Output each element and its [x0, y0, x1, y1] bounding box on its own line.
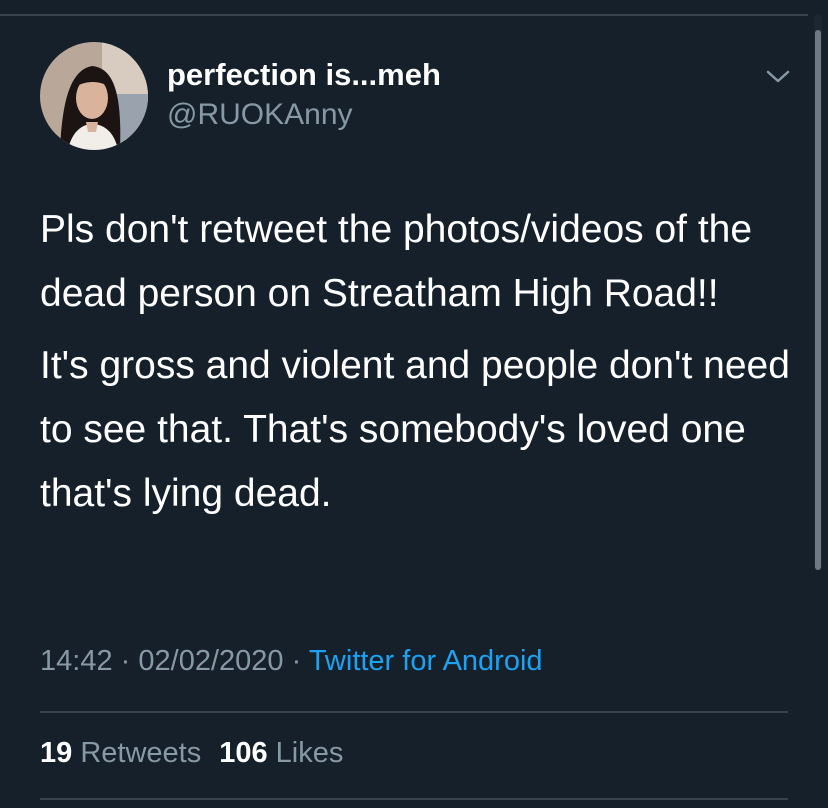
- tweet-source-link[interactable]: Twitter for Android: [309, 645, 543, 677]
- likes-stat[interactable]: 106 Likes: [219, 737, 343, 769]
- chevron-down-icon[interactable]: [764, 66, 792, 86]
- tweet-text: Pls don't retweet the photos/videos of t…: [40, 198, 792, 526]
- tweet-paragraph: Pls don't retweet the photos/videos of t…: [40, 208, 753, 315]
- divider: [40, 711, 788, 713]
- avatar[interactable]: [40, 42, 148, 150]
- tweet-time[interactable]: 14:42: [40, 645, 113, 677]
- avatar-photo: [40, 42, 148, 150]
- tweet-paragraph: It's gross and violent and people don't …: [40, 344, 790, 515]
- top-divider: [0, 14, 808, 16]
- tweet-date[interactable]: 02/02/2020: [138, 645, 283, 677]
- retweets-label: Retweets: [80, 737, 202, 769]
- separator: ·: [291, 645, 302, 677]
- tweet-metadata: 14:42 · 02/02/2020 · Twitter for Android: [40, 644, 543, 679]
- scrollbar-thumb[interactable]: [815, 30, 821, 570]
- likes-count: 106: [219, 737, 268, 769]
- retweets-stat[interactable]: 19 Retweets: [40, 737, 201, 769]
- author-display-name[interactable]: perfection is...meh: [167, 57, 441, 92]
- retweets-count: 19: [40, 737, 73, 769]
- engagement-stats: 19 Retweets 106 Likes: [40, 736, 343, 771]
- separator: ·: [120, 645, 131, 677]
- author-handle[interactable]: @RUOKAnny: [167, 98, 353, 131]
- divider: [40, 798, 788, 800]
- likes-label: Likes: [275, 737, 344, 769]
